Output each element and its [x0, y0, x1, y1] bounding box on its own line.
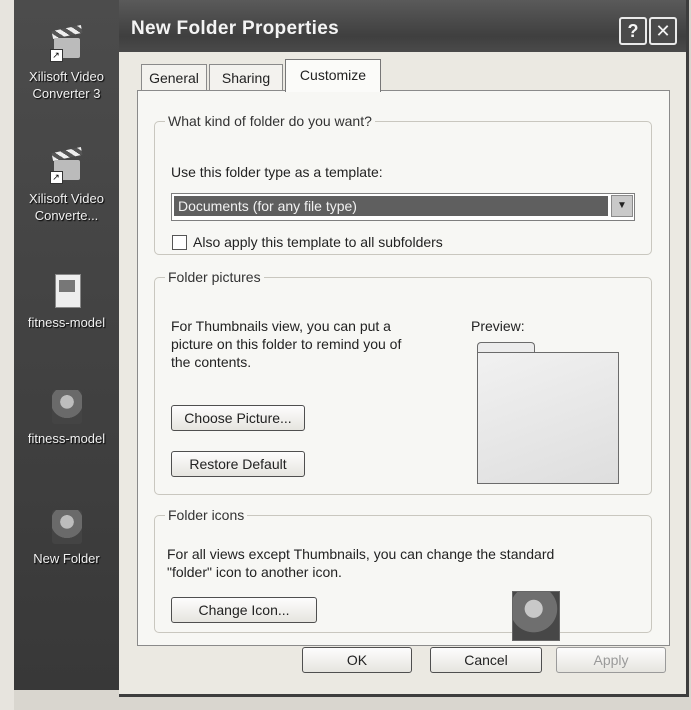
tab-general[interactable]: General	[141, 64, 207, 91]
page-edge	[0, 0, 14, 710]
video-converter-icon: ↗	[49, 24, 84, 62]
photo-thumbnail-icon	[50, 390, 84, 424]
folder-type-group-label: What kind of folder do you want?	[168, 113, 372, 129]
icons-description: For all views except Thumbnails, you can…	[167, 546, 555, 580]
tab-customize[interactable]: Customize	[285, 59, 381, 92]
folder-preview-image	[477, 352, 619, 484]
choose-picture-button[interactable]: Choose Picture...	[171, 405, 305, 431]
desktop-icon-label: Xilisoft Video Converter 3	[29, 69, 104, 101]
desktop-icon-fitness-model-doc[interactable]: fitness-model	[14, 274, 119, 331]
help-button[interactable]: ?	[619, 17, 647, 45]
change-icon-button[interactable]: Change Icon...	[171, 597, 317, 623]
desktop-icon-xilisoft-2[interactable]: ↗ Xilisoft Video Converte...	[14, 146, 119, 224]
folder-photo-icon	[50, 510, 84, 544]
close-button[interactable]: ✕	[649, 17, 677, 45]
desktop-icon-label: fitness-model	[27, 431, 106, 446]
desktop-icon-label: Xilisoft Video Converte...	[29, 191, 104, 223]
template-label: Use this folder type as a template:	[171, 164, 383, 180]
desktop-icon-new-folder[interactable]: New Folder	[14, 510, 119, 567]
folder-icons-group-label: Folder icons	[168, 507, 245, 523]
apply-subfolders-checkbox[interactable]	[172, 235, 187, 250]
folder-icons-group: Folder icons For all views except Thumbn…	[154, 507, 652, 641]
apply-button[interactable]: Apply	[556, 647, 666, 673]
cancel-button[interactable]: Cancel	[430, 647, 542, 673]
ok-button[interactable]: OK	[302, 647, 412, 673]
template-select[interactable]: Documents (for any file type) ▼	[171, 193, 635, 221]
folder-pictures-group-label: Folder pictures	[168, 269, 261, 285]
folder-pictures-group: Folder pictures For Thumbnails view, you…	[154, 269, 652, 495]
video-converter-icon: ↗	[49, 146, 84, 184]
template-select-value: Documents (for any file type)	[174, 196, 608, 216]
desktop-icon-label: fitness-model	[27, 315, 106, 330]
desktop-icon-label: New Folder	[33, 551, 100, 566]
pictures-description: For Thumbnails view, you can put a pictu…	[171, 318, 402, 370]
chevron-down-icon[interactable]: ▼	[611, 195, 633, 217]
desktop-icon-xilisoft-1[interactable]: ↗ Xilisoft Video Converter 3	[14, 24, 119, 102]
folder-type-group: What kind of folder do you want? Use thi…	[154, 113, 652, 255]
desktop-strip: ↗ Xilisoft Video Converter 3 ↗ Xilisoft …	[14, 0, 119, 690]
desktop-icon-fitness-model-photo[interactable]: fitness-model	[14, 390, 119, 447]
customize-panel: What kind of folder do you want? Use thi…	[137, 90, 670, 646]
properties-dialog: New Folder Properties ? ✕ General Sharin…	[119, 0, 689, 697]
apply-subfolders-label: Also apply this template to all subfolde…	[193, 234, 443, 250]
tab-sharing[interactable]: Sharing	[209, 64, 283, 91]
window-title: New Folder Properties	[131, 18, 339, 39]
restore-default-button[interactable]: Restore Default	[171, 451, 305, 477]
title-bar[interactable]: New Folder Properties ? ✕	[119, 0, 686, 52]
preview-label: Preview:	[471, 318, 525, 334]
folder-icon-preview	[512, 591, 560, 641]
image-document-icon	[50, 274, 84, 308]
